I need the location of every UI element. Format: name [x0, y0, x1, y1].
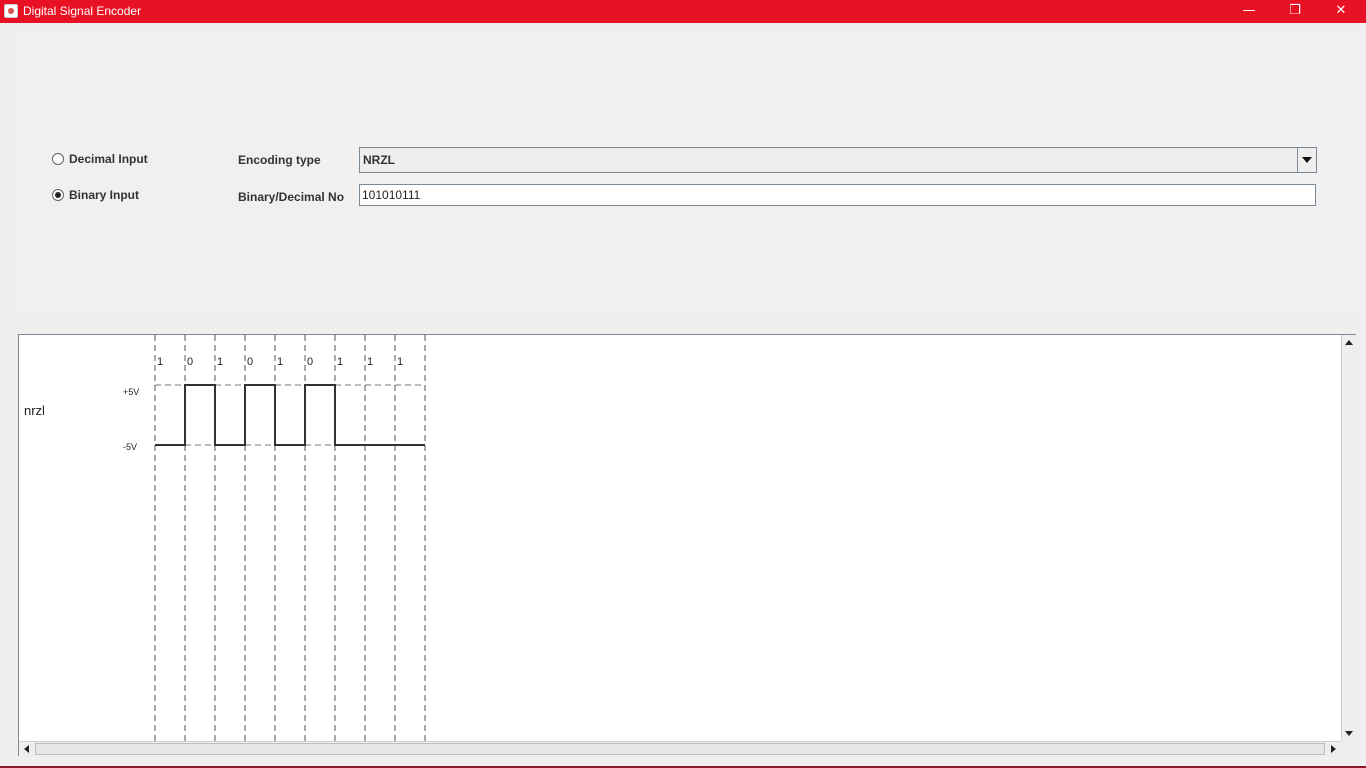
signal-waveform	[155, 384, 425, 446]
y-tick-label: +5V	[123, 387, 139, 397]
scroll-corner	[1341, 741, 1356, 756]
bit-label: 1	[367, 356, 373, 368]
decimal-input-label: Decimal Input	[69, 152, 148, 166]
number-label: Binary/Decimal No	[238, 190, 345, 204]
encoding-type-label: Encoding type	[238, 153, 321, 167]
signal-plot: 1 0 1 0 1 0 1 1 1 +5V -5V nrzl	[24, 335, 426, 755]
bit-label: 0	[187, 356, 193, 368]
java-app-icon	[4, 4, 18, 18]
signal-canvas: 1 0 1 0 1 0 1 1 1 +5V -5V nrzl	[18, 334, 1356, 756]
horizontal-scrollbar[interactable]	[19, 741, 1341, 756]
decimal-input-radio[interactable]: Decimal Input	[52, 151, 212, 169]
bit-label: 1	[337, 356, 343, 368]
binary-input-label: Binary Input	[69, 188, 140, 202]
binary-input-radio[interactable]: Binary Input	[52, 187, 212, 205]
arrow-left-icon[interactable]	[19, 742, 34, 757]
arrow-right-icon[interactable]	[1326, 742, 1341, 757]
bit-label: 1	[397, 356, 403, 368]
bit-label: 1	[217, 356, 223, 368]
y-tick-label: -5V	[123, 442, 137, 452]
number-input[interactable]	[359, 184, 1316, 206]
radio-indicator	[52, 153, 64, 165]
encoding-selected-value: NRZL	[363, 153, 395, 167]
encoding-type-dropdown[interactable]: NRZL	[359, 147, 1317, 173]
vertical-scrollbar[interactable]	[1341, 335, 1356, 741]
title-bar: Digital Signal Encoder — ❐ ✕	[0, 0, 1366, 23]
arrow-up-icon[interactable]	[1342, 335, 1357, 350]
input-panel	[18, 36, 1366, 312]
chevron-down-icon[interactable]	[1297, 148, 1316, 172]
minimize-button[interactable]: —	[1226, 0, 1272, 23]
restore-button[interactable]: ❐	[1272, 0, 1318, 23]
close-button[interactable]: ✕	[1318, 0, 1364, 23]
scrollbar-thumb[interactable]	[35, 743, 1325, 755]
bit-label: 1	[277, 356, 283, 368]
series-label: nrzl	[24, 403, 45, 418]
arrow-down-icon[interactable]	[1342, 726, 1357, 741]
window-title: Digital Signal Encoder	[23, 4, 142, 18]
radio-indicator	[52, 189, 64, 201]
bit-label: 1	[157, 356, 163, 368]
bit-label: 0	[307, 356, 313, 368]
bit-label: 0	[247, 356, 253, 368]
